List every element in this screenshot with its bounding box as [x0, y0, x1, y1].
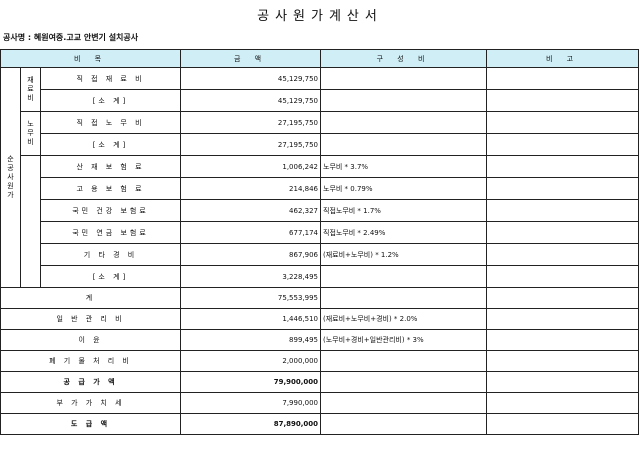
row-label: 국민 건강 보험료	[40, 199, 181, 222]
row-amount: 2,000,000	[180, 350, 321, 372]
row-amount: 79,900,000	[180, 371, 321, 393]
row-remark	[486, 308, 639, 330]
row-note: (재료비+노무비+경비) * 2.0%	[320, 308, 487, 330]
row-label: [소 계]	[40, 133, 181, 156]
row-remark	[486, 89, 639, 112]
row-note	[320, 371, 487, 393]
row-amount: 899,495	[180, 329, 321, 351]
row-remark	[486, 329, 639, 351]
header-remark: 비 고	[486, 49, 639, 68]
row-remark	[486, 413, 639, 435]
row-note	[320, 350, 487, 372]
header-row: 비 목 금 액 구 성 비 비 고	[0, 49, 639, 68]
row-note: 노무비 * 3.7%	[320, 155, 487, 178]
row-amount: 867,906	[180, 243, 321, 266]
table-row: 도 급 액 87,890,000	[0, 413, 639, 435]
row-label: [소 계]	[40, 265, 181, 288]
group-pure-cost: 순공사원가	[0, 67, 21, 288]
row-label: 직 접 재 료 비	[40, 67, 181, 90]
row-remark	[486, 155, 639, 178]
group-labor: 노무비	[20, 111, 41, 156]
row-remark	[486, 199, 639, 222]
expense-group-cell	[20, 155, 41, 288]
row-amount: 1,446,510	[180, 308, 321, 330]
row-note	[320, 133, 487, 156]
row-label: 계	[0, 287, 181, 309]
row-remark	[486, 67, 639, 90]
row-note: 노무비 * 0.79%	[320, 177, 487, 200]
row-amount: 75,553,995	[180, 287, 321, 309]
row-amount: 677,174	[180, 221, 321, 244]
row-label: 국민 연금 보험료	[40, 221, 181, 244]
row-remark	[486, 243, 639, 266]
row-amount: 87,890,000	[180, 413, 321, 435]
row-note: (노무비+경비+일반관리비) * 3%	[320, 329, 487, 351]
row-label: [소 계]	[40, 89, 181, 112]
row-remark	[486, 350, 639, 372]
table-row: 부 가 가 치 세 7,990,000	[0, 392, 639, 414]
table-row: [소 계] 27,195,750	[1, 133, 639, 156]
row-label: 폐 기 물 처 리 비	[0, 350, 181, 372]
row-remark	[486, 265, 639, 288]
row-label: 고 용 보 험 료	[40, 177, 181, 200]
group-material: 재료비	[20, 67, 41, 112]
row-note	[320, 265, 487, 288]
table-row: 산 재 보 험 료 1,006,242 노무비 * 3.7%	[1, 155, 639, 288]
table-row: [소 계] 45,129,750	[1, 89, 639, 112]
table-row: 노무비 직 접 노 무 비 27,195,750	[1, 111, 639, 156]
row-remark	[486, 133, 639, 156]
header-item: 비 목	[0, 49, 181, 68]
row-label: 도 급 액	[0, 413, 181, 435]
row-note	[320, 413, 487, 435]
row-note	[320, 89, 487, 112]
row-amount: 45,129,750	[180, 67, 321, 90]
row-amount: 7,990,000	[180, 392, 321, 414]
row-amount: 3,228,495	[180, 265, 321, 288]
table-row: 순공사원가 재료비 직 접 재 료 비 45,129,750	[0, 67, 639, 288]
row-note: (재료비+노무비) * 1.2%	[320, 243, 487, 266]
row-note	[320, 111, 487, 134]
row-note	[320, 67, 487, 90]
table-row: [소 계] 3,228,495	[1, 265, 639, 288]
row-label: 직 접 노 무 비	[40, 111, 181, 134]
table-row: 공 급 가 액 79,900,000	[0, 371, 639, 393]
row-remark	[486, 392, 639, 414]
row-amount: 462,327	[180, 199, 321, 222]
table-row: 이 윤 899,495 (노무비+경비+일반관리비) * 3%	[0, 329, 639, 351]
row-label: 산 재 보 험 료	[40, 155, 181, 178]
row-amount: 45,129,750	[180, 89, 321, 112]
row-label: 기 타 경 비	[40, 243, 181, 266]
row-remark	[486, 287, 639, 309]
header-amount: 금 액	[180, 49, 321, 68]
row-remark	[486, 177, 639, 200]
row-label: 공 급 가 액	[0, 371, 181, 393]
row-remark	[486, 371, 639, 393]
project-name: 공사명 : 혜원여중.고교 안변기 설치공사	[3, 33, 139, 42]
row-remark	[486, 221, 639, 244]
row-amount: 214,846	[180, 177, 321, 200]
row-note	[320, 392, 487, 414]
row-label: 일 반 관 리 비	[0, 308, 181, 330]
row-amount: 27,195,750	[180, 133, 321, 156]
cost-table: 비 목 금 액 구 성 비 비 고 순공사원가 재료비 직 접 재 료 비 45…	[0, 49, 639, 435]
table-row: 국민 연금 보험료 677,174 직접노무비 * 2.49%	[1, 221, 639, 244]
table-row: 국민 건강 보험료 462,327 직접노무비 * 1.7%	[1, 199, 639, 222]
row-note	[320, 287, 487, 309]
table-row: 폐 기 물 처 리 비 2,000,000	[0, 350, 639, 372]
row-remark	[486, 111, 639, 134]
document-title: 공사원가계산서	[257, 9, 383, 24]
table-row: 고 용 보 험 료 214,846 노무비 * 0.79%	[1, 177, 639, 200]
row-note: 직접노무비 * 2.49%	[320, 221, 487, 244]
row-amount: 1,006,242	[180, 155, 321, 178]
row-label: 부 가 가 치 세	[0, 392, 181, 414]
table-row: 계 75,553,995	[0, 287, 639, 309]
table-row: 일 반 관 리 비 1,446,510 (재료비+노무비+경비) * 2.0%	[0, 308, 639, 330]
row-amount: 27,195,750	[180, 111, 321, 134]
row-label: 이 윤	[0, 329, 181, 351]
table-row: 기 타 경 비 867,906 (재료비+노무비) * 1.2%	[1, 243, 639, 266]
header-composition: 구 성 비	[320, 49, 487, 68]
row-note: 직접노무비 * 1.7%	[320, 199, 487, 222]
